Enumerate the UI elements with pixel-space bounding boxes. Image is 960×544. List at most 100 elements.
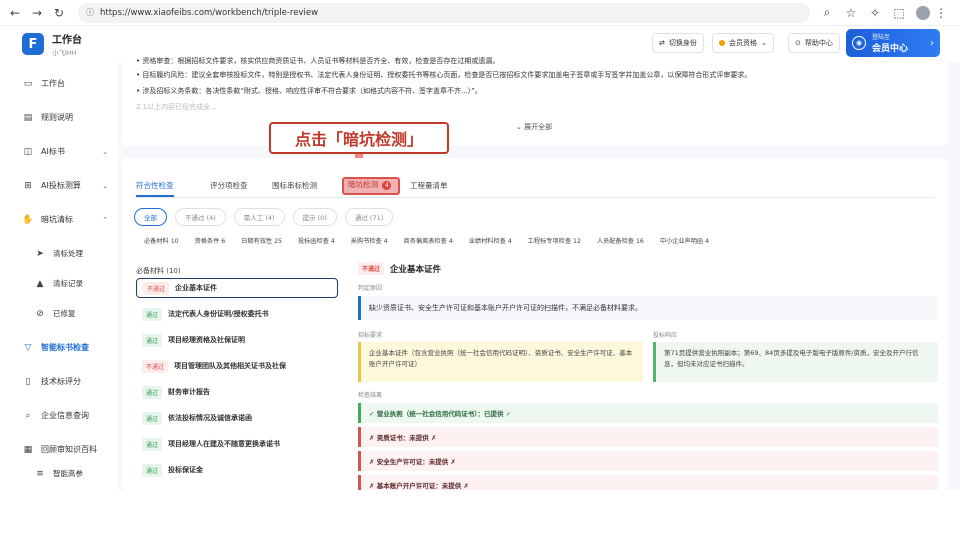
help-center-button[interactable]: ⊙ 帮助中心	[788, 33, 840, 53]
vip-center-button[interactable]: ◉ 登陆至 会员中心 ›	[846, 29, 940, 57]
status-badge: 通过	[142, 385, 163, 399]
sidebar-item-fixed[interactable]: ⊘ 已修复	[34, 308, 120, 319]
detail-pane: 不通过 企业基本证件 判定原因 缺少资质证书、安全生产许可证和基本账户开户许可证…	[358, 262, 938, 490]
filter-manual[interactable]: 需人工 (4)	[233, 208, 285, 226]
chevron-up-icon: ⌃	[102, 215, 108, 224]
extensions-icon[interactable]: ⬚	[890, 4, 908, 22]
chevron-down-icon: ⌄	[102, 181, 108, 190]
browser-menu-icon[interactable]: ⋮	[932, 4, 950, 22]
sidebar-item-knowledge[interactable]: ▦ 回顾审知识百科	[22, 444, 108, 455]
list-header: 必备材料 (10)	[136, 267, 181, 275]
sidebar-item-dark-pit[interactable]: ✋ 暗坑清标 ⌃	[22, 214, 108, 225]
status-badge: 通过	[142, 463, 163, 477]
tab-bill-of-quantities[interactable]: 工程量清单	[410, 180, 448, 191]
list-item[interactable]: 不通过 企业基本证件	[136, 278, 338, 298]
list-item[interactable]: 通过 法定代表人身份证明/授权委托书	[136, 304, 338, 324]
tab-badge: 4	[382, 181, 392, 190]
grid-icon: ▦	[23, 444, 33, 455]
status-badge: 通过	[142, 333, 163, 347]
sidebar: ▭ 工作台 ▤ 规则说明 ◫ AI标书 ⌄ ⊞ AI投标测算 ⌄ ✋ 暗坑清标 …	[0, 62, 118, 490]
screenshot-frame: ← → ↻ ⓘ https://www.xiaofeibs.com/workbe…	[0, 0, 960, 490]
check-result-row: ✓ 营业执照（统一社会信用代码证书）：已提供 ✓	[358, 403, 938, 423]
bookmark-star-icon[interactable]: ☆	[842, 4, 860, 22]
summary-bullet: • 资格审查：根据招标文件要求，核实供应商资质证书、人员证书等材料是否齐全、有效…	[136, 57, 500, 65]
favorites-icon[interactable]: ✧	[866, 4, 884, 22]
instruction-callout: 点击「暗坑检测」	[269, 122, 449, 154]
category-item[interactable]: 采购书检查 4	[351, 238, 388, 245]
tab-compliance[interactable]: 符合性检查	[136, 180, 174, 197]
tab-collusion[interactable]: 围标串标检测	[272, 180, 317, 191]
category-item[interactable]: 中小企业声明函 4	[660, 238, 709, 245]
sidebar-item-tech-score[interactable]: ▯ 技术标评分	[22, 376, 108, 387]
status-badge: 通过	[142, 437, 163, 451]
sidebar-item-workbench[interactable]: ▭ 工作台	[22, 78, 108, 89]
sidebar-item-process[interactable]: ➤ 清标处理	[34, 248, 120, 259]
zoom-icon[interactable]: ⌕	[818, 4, 836, 22]
site-info-icon[interactable]: ⓘ	[86, 7, 94, 18]
sidebar-item-records[interactable]: ▲ 清标记录	[34, 278, 120, 289]
list-item[interactable]: 通过 依法投标情况及诚信承诺函	[136, 408, 338, 428]
tab-scoring[interactable]: 评分项检查	[210, 180, 248, 191]
chevron-down-icon: ⌄	[761, 39, 767, 47]
document-icon: ▤	[23, 112, 33, 123]
filter-hint[interactable]: 提示 (0)	[292, 208, 337, 226]
check-result-row: ✗ 资质证书：未提供 ✗	[358, 427, 938, 447]
profile-avatar[interactable]	[916, 5, 930, 20]
checks-label: 检查结果	[358, 392, 383, 399]
requirement-label: 招标要求	[358, 332, 383, 339]
check-result-row: ✗ 基本账户开户许可证：未提供 ✗	[358, 475, 938, 490]
filter-fail[interactable]: 不通过 (4)	[175, 208, 226, 226]
list-item[interactable]: 不通过 项目管理团队及其他相关证书及社保	[136, 356, 338, 376]
browser-toolbar: ← → ↻ ⓘ https://www.xiaofeibs.com/workbe…	[0, 0, 960, 26]
sidebar-item-company-query[interactable]: ⌕ 企业信息查询	[22, 410, 108, 421]
list-item[interactable]: 通过 投标保证金	[136, 460, 338, 480]
reason-box: 缺少资质证书、安全生产许可证和基本账户开户许可证的扫描件，不满足必备材料要求。	[358, 296, 938, 320]
check-result-row: ✗ 安全生产许可证：未提供 ✗	[358, 451, 938, 471]
forward-icon[interactable]: →	[28, 4, 46, 22]
tab-dark-pit[interactable]: 暗坑检测 4	[342, 177, 400, 195]
vip-title: 会员中心	[872, 44, 909, 54]
category-item[interactable]: 资格条件 6	[195, 238, 226, 245]
sidebar-item-smart-check[interactable]: ▽ 智能标书检查	[22, 342, 108, 353]
search-icon: ⌕	[25, 410, 31, 421]
sidebar-item-ai-bid[interactable]: ◫ AI标书 ⌄	[22, 146, 108, 157]
filter-all[interactable]: 全部	[134, 208, 167, 226]
list-item[interactable]: 通过 项目经理人在建及不随意更换承诺书	[136, 434, 338, 454]
list-item[interactable]: 通过 财务审计报告	[136, 382, 338, 402]
membership-dot-icon	[719, 40, 725, 46]
sidebar-item-advisor[interactable]: ≡ 智能高参	[34, 468, 120, 479]
membership-button[interactable]: 会员资格 ⌄	[712, 33, 774, 53]
monitor-icon: ▭	[23, 78, 33, 89]
sidebar-item-ai-estimate[interactable]: ⊞ AI投标测算 ⌄	[22, 180, 108, 191]
switch-icon: ⇄	[659, 39, 665, 47]
list-item[interactable]: 通过 项目经理资格及社保证明	[136, 330, 338, 350]
summary-bullet: • 目标履约风险：建议全套审核投标文件，特别是授权书、法定代表人身份证明、授权委…	[136, 71, 752, 79]
category-item[interactable]: 必备材料 10	[144, 238, 179, 245]
filter-pills: 全部 不通过 (4) 需人工 (4) 提示 (0) 通过 (71)	[134, 208, 394, 226]
switch-identity-button[interactable]: ⇄ 切换身份	[652, 33, 704, 53]
address-bar[interactable]: ⓘ https://www.xiaofeibs.com/workbench/tr…	[78, 2, 810, 23]
sidebar-item-rules[interactable]: ▤ 规则说明	[22, 112, 108, 123]
back-icon[interactable]: ←	[6, 4, 24, 22]
funnel-icon: ▽	[24, 342, 32, 353]
send-icon: ➤	[36, 248, 44, 259]
tab-bar: 符合性检查 评分项检查 围标串标检测 暗坑检测 4 工程量清单	[134, 177, 934, 198]
category-item[interactable]: 投标函检查 4	[298, 238, 335, 245]
filter-pass[interactable]: 通过 (71)	[344, 208, 394, 226]
expand-all-button[interactable]: ⌄ 展开全部	[516, 122, 552, 132]
app-subtitle: 小飞IHH	[52, 49, 77, 57]
detail-status-badge: 不通过	[358, 262, 385, 275]
list-icon: ≡	[36, 468, 44, 479]
category-item[interactable]: 业绩材料检查 4	[469, 238, 512, 245]
status-badge: 通过	[142, 307, 163, 321]
response-label: 投标响应	[653, 332, 678, 339]
help-icon: ⊙	[795, 39, 801, 47]
category-item[interactable]: 工程标专项检查 12	[528, 238, 581, 245]
detail-title: 企业基本证件	[390, 264, 442, 275]
status-badge: 不通过	[143, 281, 170, 295]
check-panel: 符合性检查 评分项检查 围标串标检测 暗坑检测 4 工程量清单 全部 不通过 (…	[122, 158, 948, 490]
category-item[interactable]: 商务偏离表检查 4	[404, 238, 453, 245]
category-item[interactable]: 日期有效性 25	[241, 238, 282, 245]
reload-icon[interactable]: ↻	[50, 4, 68, 22]
category-item[interactable]: 人员配备检查 16	[597, 238, 644, 245]
